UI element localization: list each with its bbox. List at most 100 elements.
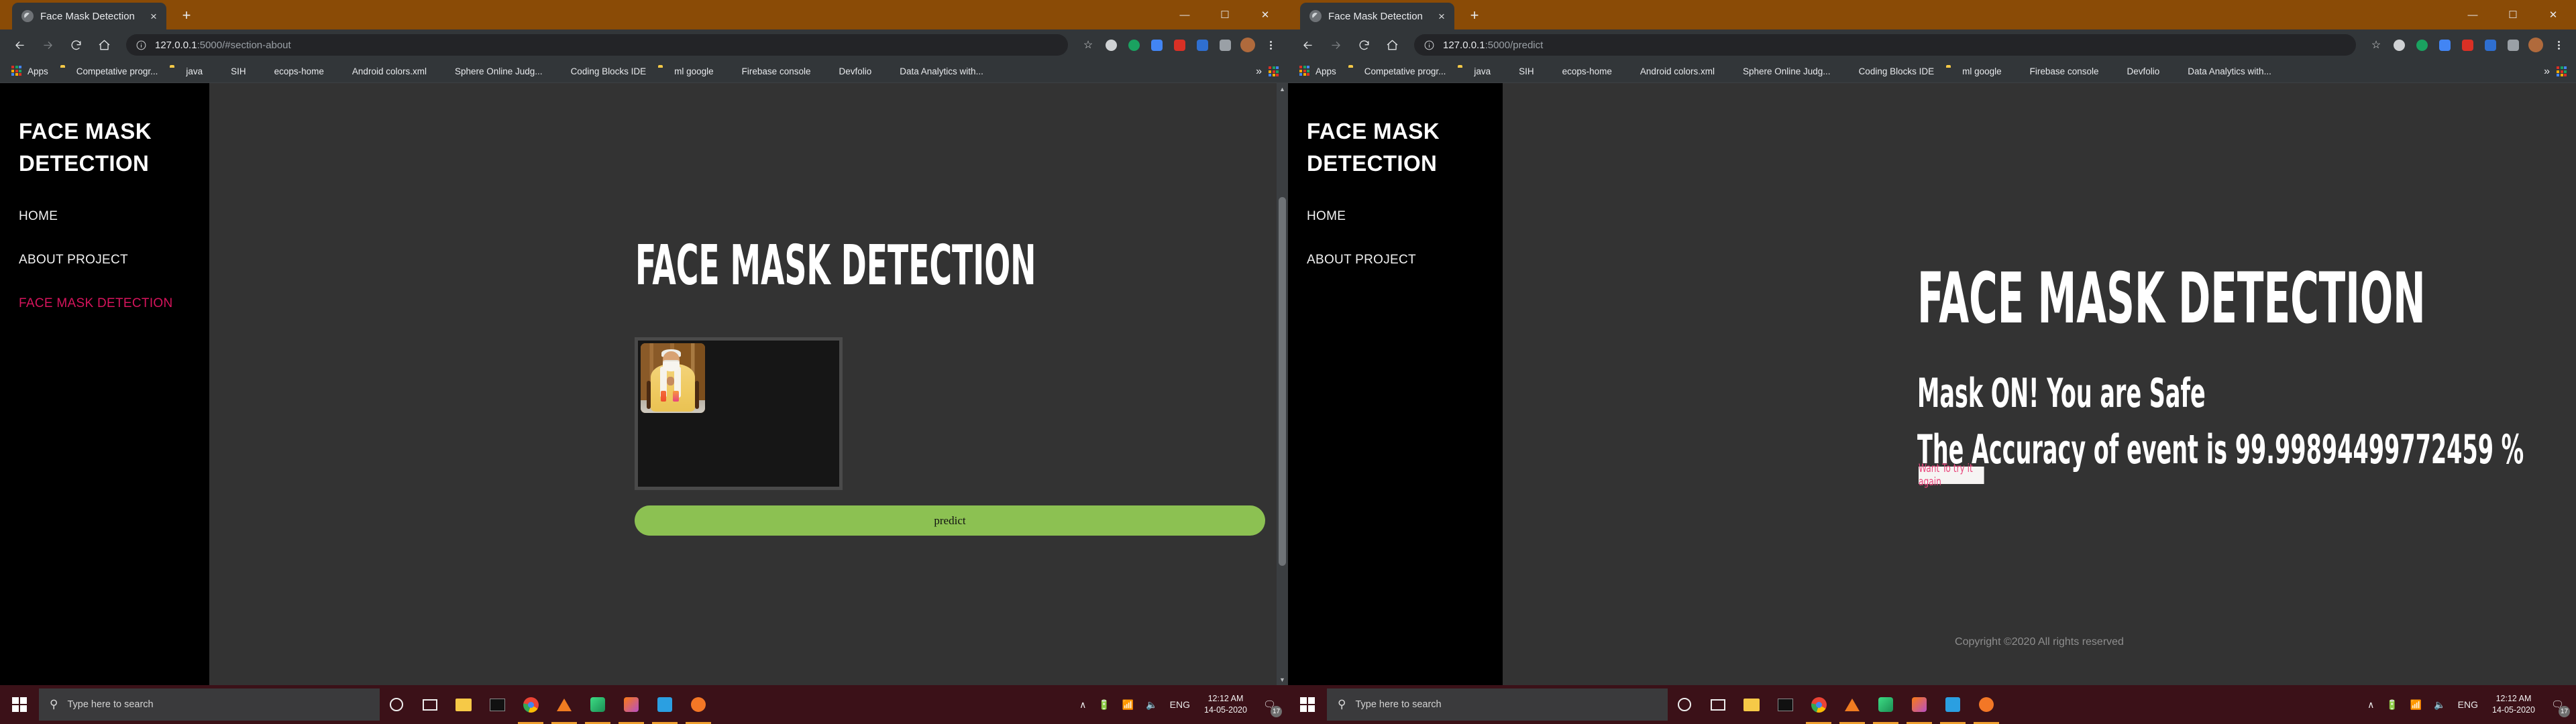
vlc-icon[interactable] [547, 685, 581, 724]
forward-icon[interactable] [35, 32, 60, 58]
bookmark-data-analytics-with[interactable]: Data Analytics with... [877, 64, 989, 79]
bookmark-sih[interactable]: SIH [1497, 64, 1540, 79]
bookmark-sih[interactable]: SIH [209, 64, 252, 79]
browser-tab-right[interactable]: Face Mask Detection × [1300, 3, 1454, 29]
bookmark-ecops-home[interactable]: ecops-home [1540, 64, 1618, 79]
page-scrollbar-left[interactable]: ▲ ▼ [1277, 83, 1288, 685]
profile-avatar[interactable] [2525, 34, 2546, 56]
bookmark-apps[interactable]: Apps [1293, 64, 1342, 79]
extension-green-icon[interactable] [2411, 34, 2432, 56]
back-icon[interactable] [7, 32, 32, 58]
android-studio-icon[interactable] [581, 685, 614, 724]
camera-icon[interactable] [1100, 34, 1122, 56]
extension-green-icon[interactable] [1123, 34, 1144, 56]
maximize-button[interactable]: ☐ [1206, 1, 1244, 28]
bookmark-competative-progr[interactable]: Competative progr... [1342, 64, 1452, 79]
menu-kebab-icon[interactable] [2548, 34, 2569, 56]
bookmark-ecops-home[interactable]: ecops-home [252, 64, 330, 79]
taskbar-clock[interactable]: 12:12 AM 14-05-2020 [1196, 693, 1255, 716]
wifi-icon[interactable]: 📶 [1116, 685, 1140, 724]
extension-red-icon[interactable] [2457, 34, 2478, 56]
taskbar-clock[interactable]: 12:12 AM 14-05-2020 [2484, 693, 2543, 716]
bookmark-devfolio[interactable]: Devfolio [2104, 64, 2165, 79]
star-icon[interactable]: ☆ [1077, 34, 1099, 56]
close-icon[interactable]: × [1434, 11, 1449, 22]
reload-icon[interactable] [1351, 32, 1377, 58]
terminal-icon[interactable] [1768, 685, 1802, 724]
search-input[interactable]: ⚲ Type here to search [1327, 688, 1668, 721]
chevron-up-icon[interactable]: ∧ [1073, 685, 1092, 724]
sidebar-item-about-project[interactable]: ABOUT PROJECT [19, 253, 209, 267]
sidebar-item-home[interactable]: HOME [19, 209, 209, 224]
scroll-down-icon[interactable]: ▼ [1277, 674, 1288, 685]
bookmark-firebase-console[interactable]: Firebase console [720, 64, 817, 79]
file-explorer-icon[interactable] [447, 685, 480, 724]
scroll-up-icon[interactable]: ▲ [1277, 83, 1288, 95]
vscode-icon[interactable] [1936, 685, 1970, 724]
forward-icon[interactable] [1323, 32, 1348, 58]
bookmark-android-colors-xml[interactable]: Android colors.xml [330, 64, 433, 79]
apps-grid-icon[interactable] [2557, 66, 2567, 76]
speaker-icon[interactable]: 🔈 [2428, 685, 2451, 724]
cortana-icon[interactable] [380, 685, 413, 724]
wifi-icon[interactable]: 📶 [2404, 685, 2428, 724]
bookmark-java[interactable]: java [164, 64, 209, 79]
bookmark-coding-blocks-ide[interactable]: Coding Blocks IDE [549, 64, 653, 79]
vlc-icon[interactable] [1835, 685, 1869, 724]
bookmark-sphere-online-judge[interactable]: Sphere Online Judg... [1721, 64, 1837, 79]
home-icon[interactable] [1379, 32, 1405, 58]
maximize-button[interactable]: ☐ [2494, 1, 2532, 28]
search-input[interactable]: ⚲ Type here to search [39, 688, 380, 721]
scrollbar-thumb[interactable] [1279, 197, 1286, 566]
android-studio-icon[interactable] [1869, 685, 1902, 724]
language-indicator[interactable]: ENG [1164, 685, 1196, 724]
bookmarks-overflow-icon[interactable]: » [2537, 66, 2557, 78]
new-tab-button[interactable]: + [1465, 8, 1484, 23]
extension-color-icon[interactable] [1146, 34, 1167, 56]
task-view-icon[interactable] [1701, 685, 1735, 724]
bookmark-java[interactable]: java [1452, 64, 1497, 79]
bookmark-devfolio[interactable]: Devfolio [816, 64, 877, 79]
file-explorer-icon[interactable] [1735, 685, 1768, 724]
bookmark-android-colors-xml[interactable]: Android colors.xml [1618, 64, 1721, 79]
try-again-button[interactable]: Want To try it again [1919, 467, 1984, 484]
vscode-icon[interactable] [648, 685, 682, 724]
intellij-icon[interactable] [1902, 685, 1936, 724]
chrome-icon[interactable] [1802, 685, 1835, 724]
profile-avatar[interactable] [1237, 34, 1258, 56]
sidebar-item-about-project[interactable]: ABOUT PROJECT [1307, 253, 1503, 267]
cortana-icon[interactable] [1668, 685, 1701, 724]
battery-icon[interactable]: 🔋 [1092, 685, 1116, 724]
close-window-button[interactable]: ✕ [1246, 1, 1284, 28]
sidebar-item-home[interactable]: HOME [1307, 209, 1503, 224]
bookmark-apps[interactable]: Apps [5, 64, 54, 79]
bookmark-data-analytics-with[interactable]: Data Analytics with... [2165, 64, 2277, 79]
battery-icon[interactable]: 🔋 [2380, 685, 2404, 724]
chevron-up-icon[interactable]: ∧ [2361, 685, 2380, 724]
image-preview-box[interactable] [635, 337, 843, 490]
action-center-icon[interactable]: 🗨 17 [2543, 685, 2572, 724]
language-indicator[interactable]: ENG [2452, 685, 2484, 724]
reload-icon[interactable] [63, 32, 89, 58]
jupyter-icon[interactable] [1970, 685, 2003, 724]
action-center-icon[interactable]: 🗨 17 [1255, 685, 1284, 724]
minimize-button[interactable]: — [2454, 1, 2491, 28]
extension-gray-icon[interactable] [2502, 34, 2524, 56]
close-icon[interactable]: × [146, 11, 161, 22]
bookmark-sphere-online-judge[interactable]: Sphere Online Judg... [433, 64, 549, 79]
intellij-icon[interactable] [614, 685, 648, 724]
extension-blue-icon[interactable] [2479, 34, 2501, 56]
predict-button[interactable]: predict [635, 505, 1265, 536]
close-window-button[interactable]: ✕ [2534, 1, 2572, 28]
terminal-icon[interactable] [480, 685, 514, 724]
minimize-button[interactable]: — [1166, 1, 1203, 28]
extension-red-icon[interactable] [1169, 34, 1190, 56]
new-tab-button[interactable]: + [177, 8, 196, 23]
address-bar-left[interactable]: 127.0.0.1:5000/#section-about [126, 34, 1068, 56]
bookmark-competative-progr[interactable]: Competative progr... [54, 64, 164, 79]
chrome-icon[interactable] [514, 685, 547, 724]
bookmark-coding-blocks-ide[interactable]: Coding Blocks IDE [1837, 64, 1941, 79]
camera-icon[interactable] [2388, 34, 2410, 56]
windows-start-icon[interactable] [0, 685, 39, 724]
extension-color-icon[interactable] [2434, 34, 2455, 56]
